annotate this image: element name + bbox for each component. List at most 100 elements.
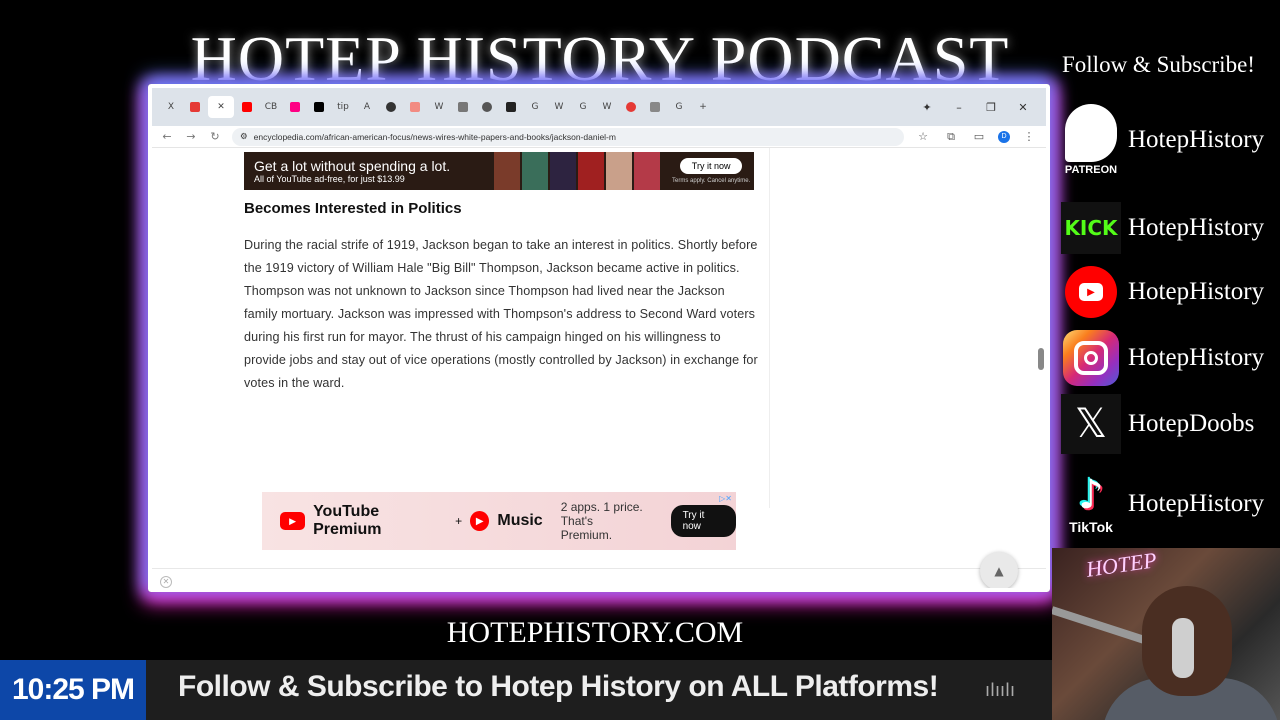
tab-favicon (626, 102, 636, 112)
ad-thumbnail (578, 152, 604, 190)
browser-tab[interactable] (452, 96, 474, 118)
x-icon: 𝕏 (1061, 394, 1121, 454)
browser-tab[interactable]: CB (260, 96, 282, 118)
instagram-icon (1063, 330, 1119, 386)
browser-tab[interactable] (236, 96, 258, 118)
browser-tab[interactable]: W (596, 96, 618, 118)
ad-music-label: Music (497, 512, 543, 529)
ad-thumbnail (606, 152, 632, 190)
close-ad-icon[interactable]: ✕ (160, 576, 172, 588)
section-heading: Becomes Interested in Politics (244, 200, 462, 217)
tab-favicon (458, 102, 468, 112)
ad-brand: YouTube Premium (313, 503, 382, 538)
browser-tab[interactable]: W (428, 96, 450, 118)
browser-tab[interactable]: W (548, 96, 570, 118)
tab-bar: X ✕ CB tip A W G W G W G + ✦ – ❐ ✕ (152, 88, 1046, 126)
webcam-feed: HOTEP (1052, 548, 1280, 720)
youtube-premium-ad[interactable]: ▶ YouTube Premium + ▶ Music 2 apps. 1 pr… (262, 492, 736, 550)
close-window-button[interactable]: ✕ (1008, 101, 1038, 114)
browser-tab[interactable] (644, 96, 666, 118)
browser-tab[interactable]: tip (332, 96, 354, 118)
scrollbar-thumb[interactable] (1038, 348, 1044, 370)
follow-heading: Follow & Subscribe! (1062, 52, 1255, 77)
youtube-music-icon: ▶ (470, 511, 490, 531)
profile-avatar[interactable]: D (998, 130, 1010, 143)
ad-thumbnail (550, 152, 576, 190)
browser-tab[interactable]: X (160, 96, 182, 118)
cast-icon[interactable]: ▭ (970, 130, 988, 143)
page-content: Get a lot without spending a lot. All of… (152, 148, 1046, 588)
social-youtube: ▶ HotepHistory (1060, 262, 1264, 322)
browser-tab[interactable]: G (572, 96, 594, 118)
ad-fine-print: Terms apply. Cancel anytime. (672, 178, 751, 184)
social-handle: HotepHistory (1128, 278, 1265, 305)
neon-sign: HOTEP (1084, 548, 1159, 582)
browser-tab[interactable] (500, 96, 522, 118)
url-field[interactable]: ⚙ encyclopedia.com/african-american-focu… (232, 127, 904, 146)
audio-bars-icon: ılıılı (985, 680, 1016, 701)
reload-icon[interactable]: ↻ (208, 130, 222, 143)
tab-favicon (410, 102, 420, 112)
browser-tab[interactable] (308, 96, 330, 118)
social-x: 𝕏 HotepDoobs (1060, 394, 1254, 454)
browser-tab-active[interactable]: ✕ (208, 96, 234, 118)
ad-try-now-button[interactable]: Try it now (670, 505, 736, 537)
address-bar-row: ← → ↻ ⚙ encyclopedia.com/african-america… (152, 126, 1046, 148)
browser-tab[interactable] (184, 96, 206, 118)
social-handle: HotepDoobs (1128, 410, 1255, 437)
browser-tab[interactable] (380, 96, 402, 118)
browser-tab[interactable] (620, 96, 642, 118)
minimize-button[interactable]: – (944, 101, 974, 114)
tab-search-icon[interactable]: ✦ (912, 101, 942, 114)
ad-try-button[interactable]: Try it now (679, 158, 743, 174)
ad-thumbnail (494, 152, 520, 190)
social-handle: HotepHistory (1128, 126, 1265, 153)
bookmark-star-icon[interactable]: ☆ (914, 130, 932, 143)
site-info-icon[interactable]: ⚙ (240, 131, 248, 142)
social-kick: KICK HotepHistory (1060, 198, 1264, 258)
youtube-icon: ▶ (1065, 266, 1117, 318)
social-handle: HotepHistory (1128, 214, 1265, 241)
tab-favicon (482, 102, 492, 112)
social-instagram: HotepHistory (1060, 328, 1264, 388)
forward-arrow-icon[interactable]: → (184, 130, 198, 143)
url-text: encyclopedia.com/african-american-focus/… (253, 131, 616, 142)
patreon-caption: PATREON (1064, 164, 1118, 176)
ad-thumbnails (494, 152, 660, 190)
ad-plus: + (455, 514, 463, 528)
ad-slogan: 2 apps. 1 price. That's Premium. (560, 500, 643, 542)
browser-tab[interactable]: G (524, 96, 546, 118)
youtube-ad-banner[interactable]: Get a lot without spending a lot. All of… (244, 152, 754, 190)
tab-favicon (242, 102, 252, 112)
microphone (1172, 618, 1194, 678)
ad-thumbnail (634, 152, 660, 190)
article-column: Get a lot without spending a lot. All of… (230, 148, 770, 508)
page-divider (152, 568, 1046, 569)
browser-tab[interactable] (476, 96, 498, 118)
restore-button[interactable]: ❐ (976, 101, 1006, 114)
ad-thumbnail (522, 152, 548, 190)
ticker-text: Follow & Subscribe to Hotep History on A… (178, 670, 939, 703)
article-paragraph: During the racial strife of 1919, Jackso… (244, 238, 758, 390)
scroll-to-top-button[interactable]: ▲ (980, 552, 1018, 588)
menu-kebab-icon[interactable]: ⋮ (1020, 130, 1038, 143)
browser-tab[interactable]: G (668, 96, 690, 118)
clock: 10:25 PM (0, 660, 146, 720)
browser-tab[interactable] (284, 96, 306, 118)
extensions-icon[interactable]: ⧉ (942, 130, 960, 144)
tab-favicon (190, 102, 200, 112)
new-tab-button[interactable]: + (692, 96, 714, 118)
tab-favicon (506, 102, 516, 112)
back-arrow-icon[interactable]: ← (160, 130, 174, 143)
ad-choices-icon[interactable]: ▷✕ (719, 494, 732, 503)
website-url: HOTEPHISTORY.COM (446, 616, 744, 649)
social-patreon: PATREON HotepHistory (1060, 96, 1264, 184)
browser-tab[interactable]: A (356, 96, 378, 118)
tiktok-caption: TikTok (1069, 519, 1113, 535)
browser-window: X ✕ CB tip A W G W G W G + ✦ – ❐ ✕ ← → ↻… (152, 88, 1046, 588)
browser-tab[interactable] (404, 96, 426, 118)
ad-headline: Get a lot without spending a lot. (254, 158, 451, 174)
tab-favicon (290, 102, 300, 112)
tab-close-icon[interactable]: ✕ (217, 102, 225, 112)
social-tiktok: ♪ TikTok HotepHistory (1060, 464, 1264, 544)
